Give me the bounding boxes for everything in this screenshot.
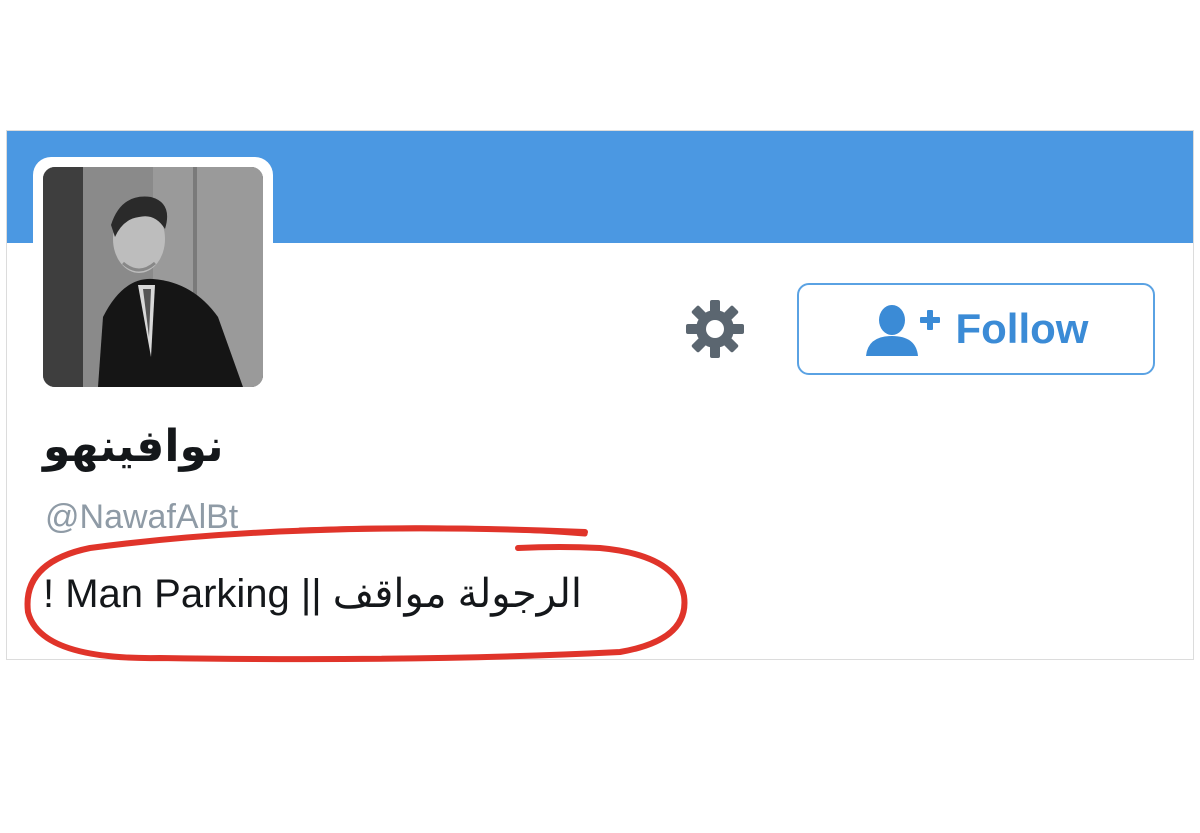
gear-icon xyxy=(686,300,744,358)
screenshot-page: Follow نوافينهو @NawafAlBt الرجولة مواقف… xyxy=(0,0,1200,833)
avatar-photo xyxy=(43,167,263,387)
settings-gear-icon[interactable] xyxy=(683,297,747,361)
profile-bio: الرجولة مواقف || Man Parking ! xyxy=(43,572,583,616)
follow-button[interactable]: Follow xyxy=(797,283,1155,375)
add-user-icon xyxy=(865,305,940,356)
display-name: نوافينهو xyxy=(43,421,224,472)
avatar[interactable] xyxy=(33,157,273,397)
user-handle[interactable]: @NawafAlBt xyxy=(45,498,238,537)
avatar-photo-icon xyxy=(43,167,263,387)
profile-card: Follow نوافينهو @NawafAlBt الرجولة مواقف… xyxy=(6,130,1194,660)
follow-label: Follow xyxy=(955,305,1089,352)
